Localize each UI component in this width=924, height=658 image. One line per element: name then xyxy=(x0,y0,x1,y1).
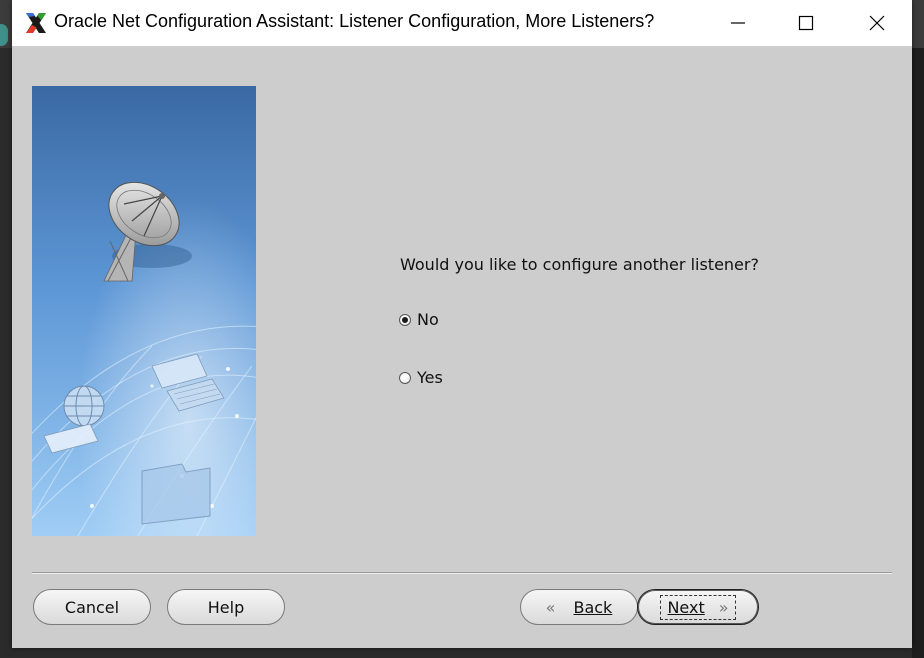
button-separator xyxy=(32,572,892,574)
maximize-button[interactable] xyxy=(783,0,829,46)
close-icon xyxy=(869,15,885,31)
next-button[interactable]: Next » xyxy=(637,589,759,625)
desktop-app-icon xyxy=(0,24,8,46)
dialog-window: Oracle Net Configuration Assistant: List… xyxy=(12,0,912,648)
radio-no-label[interactable]: No xyxy=(417,310,439,329)
desktop-background-right xyxy=(912,48,924,658)
wizard-side-image xyxy=(32,86,256,536)
radio-no-selected[interactable] xyxy=(399,313,411,326)
back-label: Back xyxy=(573,597,613,617)
close-button[interactable] xyxy=(854,0,900,46)
radio-yes-label[interactable]: Yes xyxy=(417,368,443,387)
minimize-icon xyxy=(731,22,745,24)
minimize-button[interactable] xyxy=(715,0,761,46)
chevron-right-icon: » xyxy=(718,597,729,617)
globe-icon xyxy=(63,385,105,427)
back-button[interactable]: « Back xyxy=(520,589,638,625)
radio-yes-unselected[interactable] xyxy=(399,371,411,384)
window-title: Oracle Net Configuration Assistant: List… xyxy=(54,11,655,31)
cancel-button[interactable]: Cancel xyxy=(33,589,151,625)
next-focus-ring: Next » xyxy=(660,594,736,620)
cancel-label: Cancel xyxy=(64,597,120,617)
listener-question: Would you like to configure another list… xyxy=(400,255,759,274)
network-illustration xyxy=(32,86,256,536)
help-label: Help xyxy=(207,597,245,617)
oracle-x-icon xyxy=(26,13,46,33)
radio-option-yes[interactable]: Yes xyxy=(399,368,443,387)
maximize-icon xyxy=(798,15,814,31)
title-bar[interactable]: Oracle Net Configuration Assistant: List… xyxy=(12,0,912,46)
chevron-left-icon: « xyxy=(545,597,556,617)
help-button[interactable]: Help xyxy=(167,589,285,625)
next-label: Next xyxy=(667,597,705,617)
radio-option-no[interactable]: No xyxy=(399,310,439,329)
folder-icon xyxy=(141,463,211,525)
dialog-content: Would you like to configure another list… xyxy=(12,46,912,648)
